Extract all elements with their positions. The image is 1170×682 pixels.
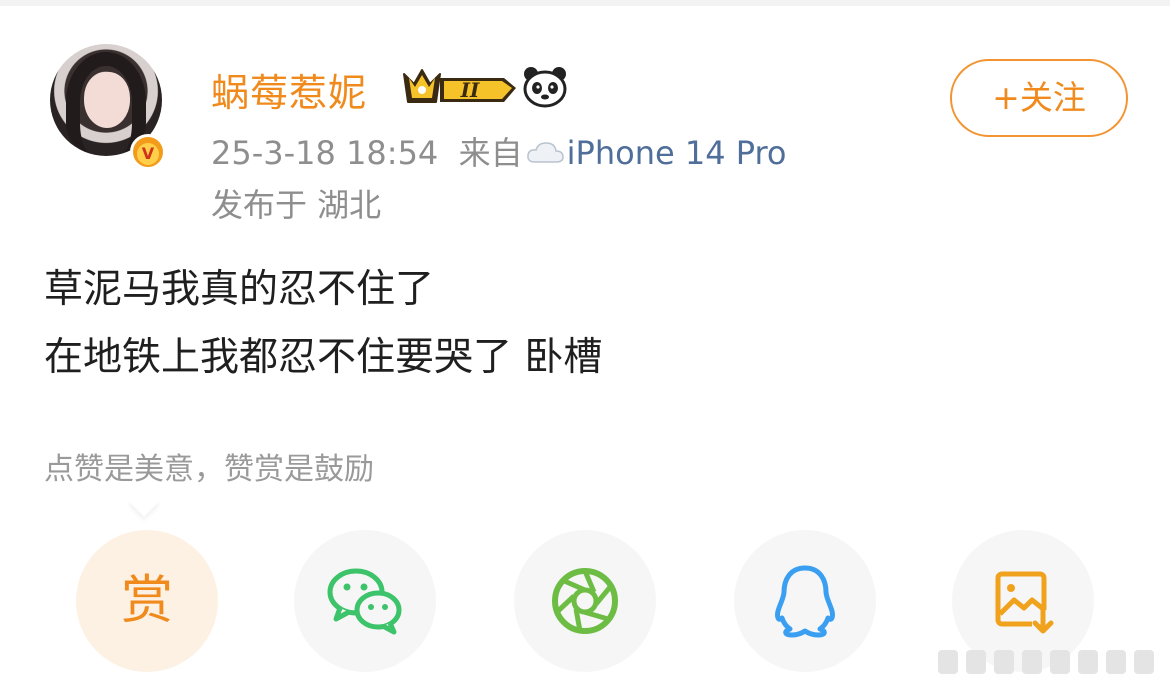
share-wechat-button[interactable]: [294, 530, 436, 672]
share-qq-button[interactable]: [734, 530, 876, 672]
reward-tip: 点赞是美意，赞赏是鼓励: [44, 452, 374, 487]
panda-icon: [523, 67, 567, 108]
moments-icon: [552, 568, 618, 634]
cloud-icon: [526, 142, 564, 163]
post-source-link[interactable]: iPhone 14 Pro: [567, 134, 787, 172]
reward-button[interactable]: 赏: [76, 530, 218, 672]
qq-icon: [775, 565, 835, 638]
post-meta: 25-3-18 18:54 来自 iPhone 14 Pro: [211, 128, 786, 174]
avatar[interactable]: V: [50, 44, 168, 170]
share-moments-button[interactable]: [514, 530, 656, 672]
tip-pointer: [128, 485, 160, 517]
post-line: 草泥马我真的忍不住了: [44, 267, 435, 312]
crown-level-badge-icon[interactable]: II: [400, 64, 518, 108]
top-divider: [0, 0, 1170, 6]
post-time: 25-3-18 18:54: [211, 134, 439, 172]
follow-button[interactable]: +关注: [950, 59, 1128, 137]
watermark-icon: [938, 650, 1154, 674]
crown-level-text: II: [460, 78, 480, 102]
wechat-icon: [327, 568, 402, 635]
from-label: 来自: [458, 134, 523, 172]
post-content: 草泥马我真的忍不住了 在地铁上我都忍不住要哭了 卧槽: [44, 256, 602, 392]
verified-badge-icon: V: [130, 134, 166, 170]
post-location: 发布于 湖北: [211, 186, 382, 224]
post-line: 在地铁上我都忍不住要哭了 卧槽: [44, 335, 603, 380]
username[interactable]: 蜗莓惹妮: [211, 62, 367, 117]
reward-icon: 赏: [120, 571, 173, 631]
